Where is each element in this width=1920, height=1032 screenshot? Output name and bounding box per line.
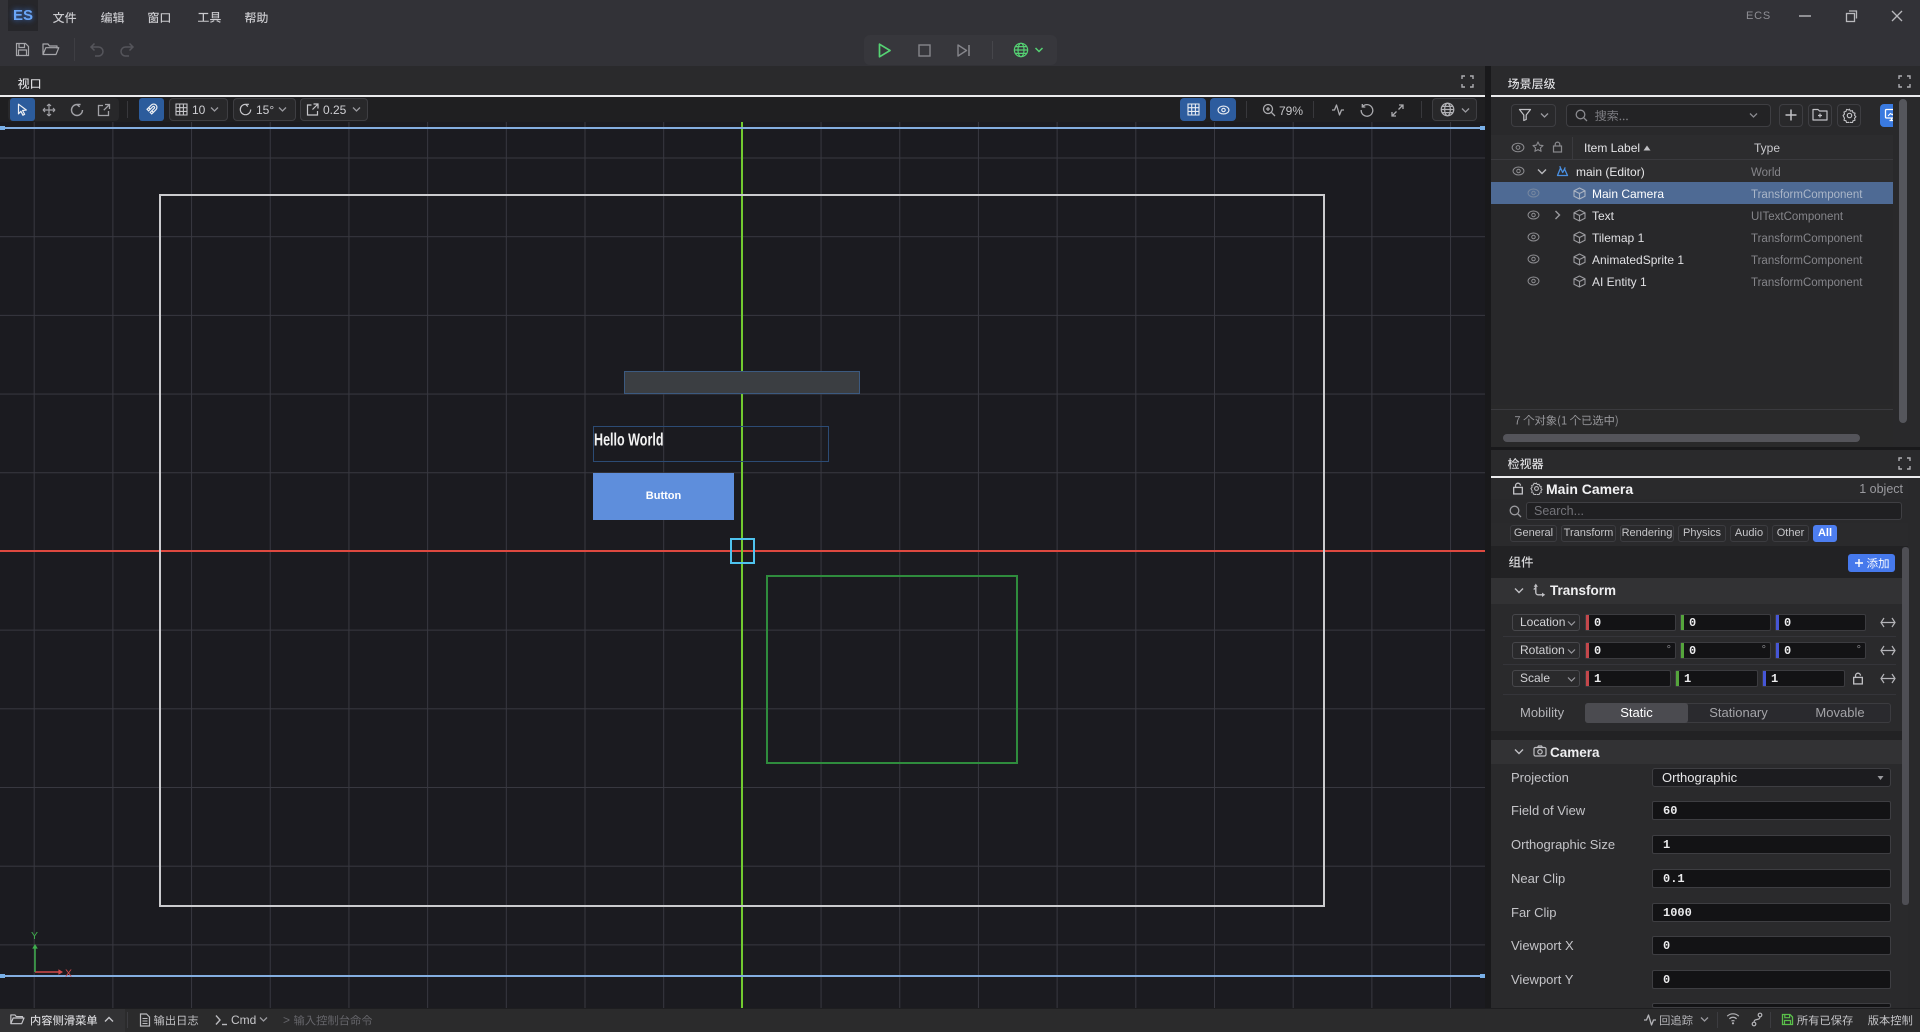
svg-text:Y: Y: [31, 930, 38, 942]
svg-text:X: X: [65, 968, 72, 979]
